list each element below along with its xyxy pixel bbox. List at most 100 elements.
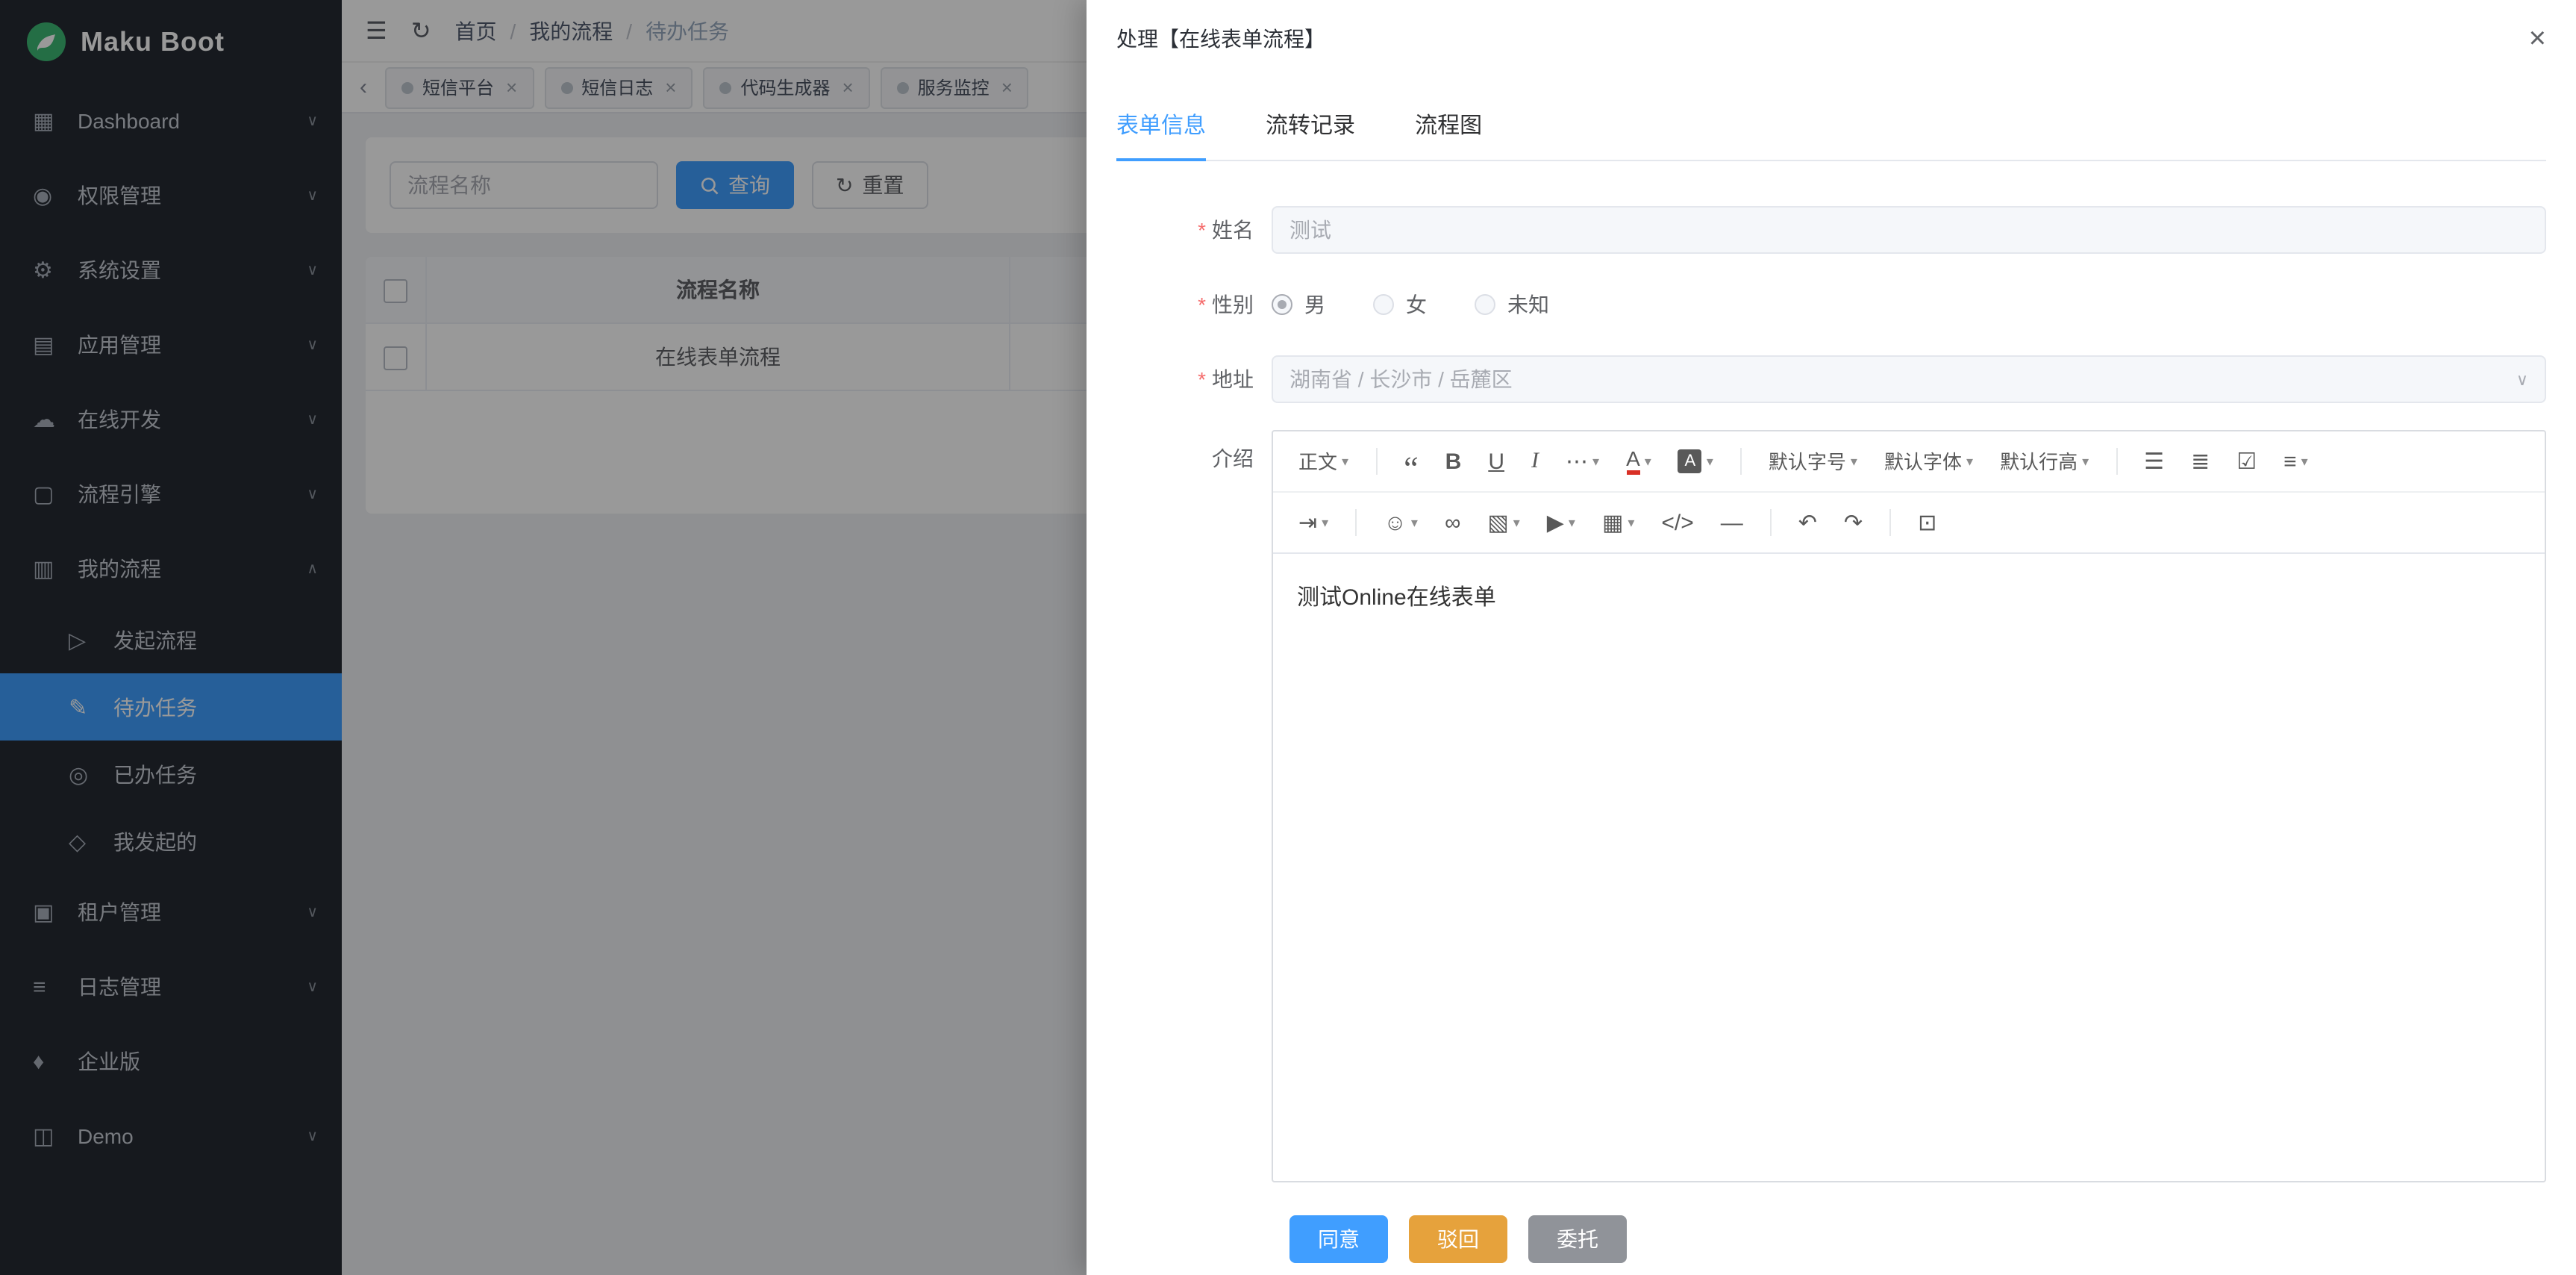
font-color-select[interactable]: A▾: [1614, 440, 1663, 482]
bullet-list-icon[interactable]: ☰: [2132, 440, 2176, 482]
blockquote-icon[interactable]: “: [1392, 440, 1431, 482]
editor-content[interactable]: 测试Online在线表单: [1273, 554, 2545, 1181]
address-select[interactable]: 湖南省 / 长沙市 / 岳麓区 ∨: [1272, 355, 2546, 403]
font-size-select-glyph: 默认字号: [1769, 452, 1846, 471]
name-field-row: *姓名: [1116, 206, 2546, 254]
emoji-select[interactable]: ☺▾: [1372, 502, 1430, 543]
more-style-select-glyph: ⋯: [1566, 450, 1588, 473]
bold-icon-glyph: B: [1445, 450, 1462, 473]
drawer-tab-flow-chart[interactable]: 流程图: [1415, 90, 1482, 160]
caret-down-icon: ▾: [1707, 455, 1713, 468]
drawer-tab-flow-record[interactable]: 流转记录: [1266, 90, 1355, 160]
image-select[interactable]: ▧▾: [1475, 502, 1531, 543]
image-select-glyph: ▧: [1487, 511, 1508, 534]
drawer-header: 处理【在线表单流程】 ×: [1087, 0, 2576, 69]
editor-paragraph: 测试Online在线表单: [1297, 581, 2521, 612]
radio-icon: [1272, 294, 1292, 315]
address-label: *地址: [1116, 364, 1272, 394]
paragraph-style-select-glyph: 正文: [1298, 452, 1337, 471]
drawer-title: 处理【在线表单流程】: [1116, 24, 1325, 54]
line-height-select[interactable]: 默认行高▾: [1988, 440, 2101, 482]
align-select-glyph: ≡: [2283, 450, 2297, 473]
name-input[interactable]: [1272, 206, 2546, 254]
font-family-select-glyph: 默认字体: [1884, 452, 1962, 471]
gender-field-row: *性别 男 女 未知: [1116, 281, 2546, 328]
font-family-select[interactable]: 默认字体 ▾: [1872, 440, 1985, 482]
fullscreen-icon[interactable]: ⊡: [1906, 502, 1948, 543]
gender-radio-未知[interactable]: 未知: [1475, 290, 1549, 319]
redo-icon[interactable]: ↷: [1832, 502, 1875, 543]
chevron-down-icon: ∨: [2516, 370, 2528, 389]
drawer-tab-form-info[interactable]: 表单信息: [1116, 90, 1206, 160]
ordered-list-icon[interactable]: ≣: [2179, 440, 2222, 482]
editor-toolbar-row1: 正文▾“BUI⋯▾A▾A▾默认字号▾默认字体▾默认行高▾☰≣☑≡▾: [1273, 431, 2545, 493]
underline-icon[interactable]: U: [1476, 440, 1516, 482]
more-style-select[interactable]: ⋯▾: [1554, 440, 1611, 482]
bold-icon[interactable]: B: [1434, 440, 1474, 482]
redo-icon-glyph: ↷: [1844, 511, 1863, 534]
toolbar-divider: [1355, 509, 1357, 536]
code-block-icon-glyph: </>: [1661, 511, 1693, 534]
rich-text-editor: 正文▾“BUI⋯▾A▾A▾默认字号▾默认字体▾默认行高▾☰≣☑≡▾ ⇥▾☺▾∞▧…: [1272, 430, 2546, 1182]
radio-label: 男: [1304, 290, 1325, 319]
caret-down-icon: ▾: [1628, 516, 1634, 529]
reject-button[interactable]: 驳回: [1409, 1215, 1507, 1263]
caret-down-icon: ▾: [1966, 455, 1973, 468]
link-icon-glyph: ∞: [1445, 511, 1460, 534]
toolbar-divider: [1770, 509, 1772, 536]
required-asterisk: *: [1198, 367, 1206, 391]
caret-down-icon: ▾: [1342, 455, 1348, 468]
italic-icon-glyph: I: [1531, 450, 1539, 473]
editor-toolbar-row2: ⇥▾☺▾∞▧▾▶▾▦▾</>―↶↷⊡: [1273, 493, 2545, 554]
toolbar-divider: [1740, 448, 1742, 475]
agree-button[interactable]: 同意: [1289, 1215, 1388, 1263]
code-block-icon[interactable]: </>: [1649, 502, 1705, 543]
bg-color-select[interactable]: A▾: [1666, 440, 1725, 482]
caret-down-icon: ▾: [1411, 516, 1418, 529]
gender-radio-男[interactable]: 男: [1272, 290, 1325, 319]
undo-icon[interactable]: ↶: [1786, 502, 1829, 543]
caret-down-icon: ▾: [1569, 516, 1575, 529]
close-icon[interactable]: ×: [2529, 24, 2546, 54]
gender-radio-女[interactable]: 女: [1373, 290, 1427, 319]
drawer-body: 表单信息流转记录流程图 *姓名 *性别 男 女 未知: [1087, 69, 2576, 1275]
address-select-value: 湖南省 / 长沙市 / 岳麓区: [1289, 364, 1513, 394]
caret-down-icon: ▾: [1851, 455, 1857, 468]
radio-icon: [1475, 294, 1495, 315]
caret-down-icon: ▾: [1592, 455, 1599, 468]
radio-label: 未知: [1507, 290, 1549, 319]
font-size-select[interactable]: 默认字号 ▾: [1757, 440, 1869, 482]
toolbar-divider: [1375, 448, 1377, 475]
radio-label: 女: [1406, 290, 1427, 319]
video-select[interactable]: ▶▾: [1535, 502, 1587, 543]
paragraph-style-select[interactable]: 正文 ▾: [1287, 440, 1360, 482]
name-label: *姓名: [1116, 215, 1272, 245]
required-asterisk: *: [1198, 218, 1206, 242]
caret-down-icon: ▾: [1322, 516, 1328, 529]
toolbar-divider: [2116, 448, 2117, 475]
link-icon[interactable]: ∞: [1433, 502, 1472, 543]
delegate-button[interactable]: 委托: [1528, 1215, 1627, 1263]
gender-label: *性别: [1116, 290, 1272, 319]
horizontal-rule-icon-glyph: ―: [1721, 511, 1743, 534]
caret-down-icon: ▾: [2082, 455, 2089, 468]
indent-select[interactable]: ⇥▾: [1287, 502, 1340, 543]
drawer-tabs: 表单信息流转记录流程图: [1116, 90, 2546, 161]
table-select[interactable]: ▦▾: [1590, 502, 1646, 543]
todo-list-icon[interactable]: ☑: [2225, 440, 2269, 482]
horizontal-rule-icon[interactable]: ―: [1709, 502, 1755, 543]
video-select-glyph: ▶: [1547, 511, 1564, 534]
process-drawer: 处理【在线表单流程】 × 表单信息流转记录流程图 *姓名 *性别: [1087, 0, 2576, 1275]
font-color-select-glyph: A: [1626, 448, 1640, 475]
caret-down-icon: ▾: [1645, 455, 1651, 468]
fullscreen-icon-glyph: ⊡: [1918, 511, 1936, 534]
gender-radio-group: 男 女 未知: [1272, 281, 2546, 328]
align-select[interactable]: ≡▾: [2272, 440, 2320, 482]
blockquote-icon-glyph: “: [1404, 452, 1419, 470]
process-form: *姓名 *性别 男 女 未知 *地址: [1116, 206, 2546, 1263]
table-select-glyph: ▦: [1602, 511, 1623, 534]
undo-icon-glyph: ↶: [1798, 511, 1817, 534]
drawer-actions: 同意驳回委托: [1289, 1215, 2546, 1263]
italic-icon[interactable]: I: [1519, 440, 1551, 482]
intro-label: 介绍: [1116, 430, 1272, 473]
